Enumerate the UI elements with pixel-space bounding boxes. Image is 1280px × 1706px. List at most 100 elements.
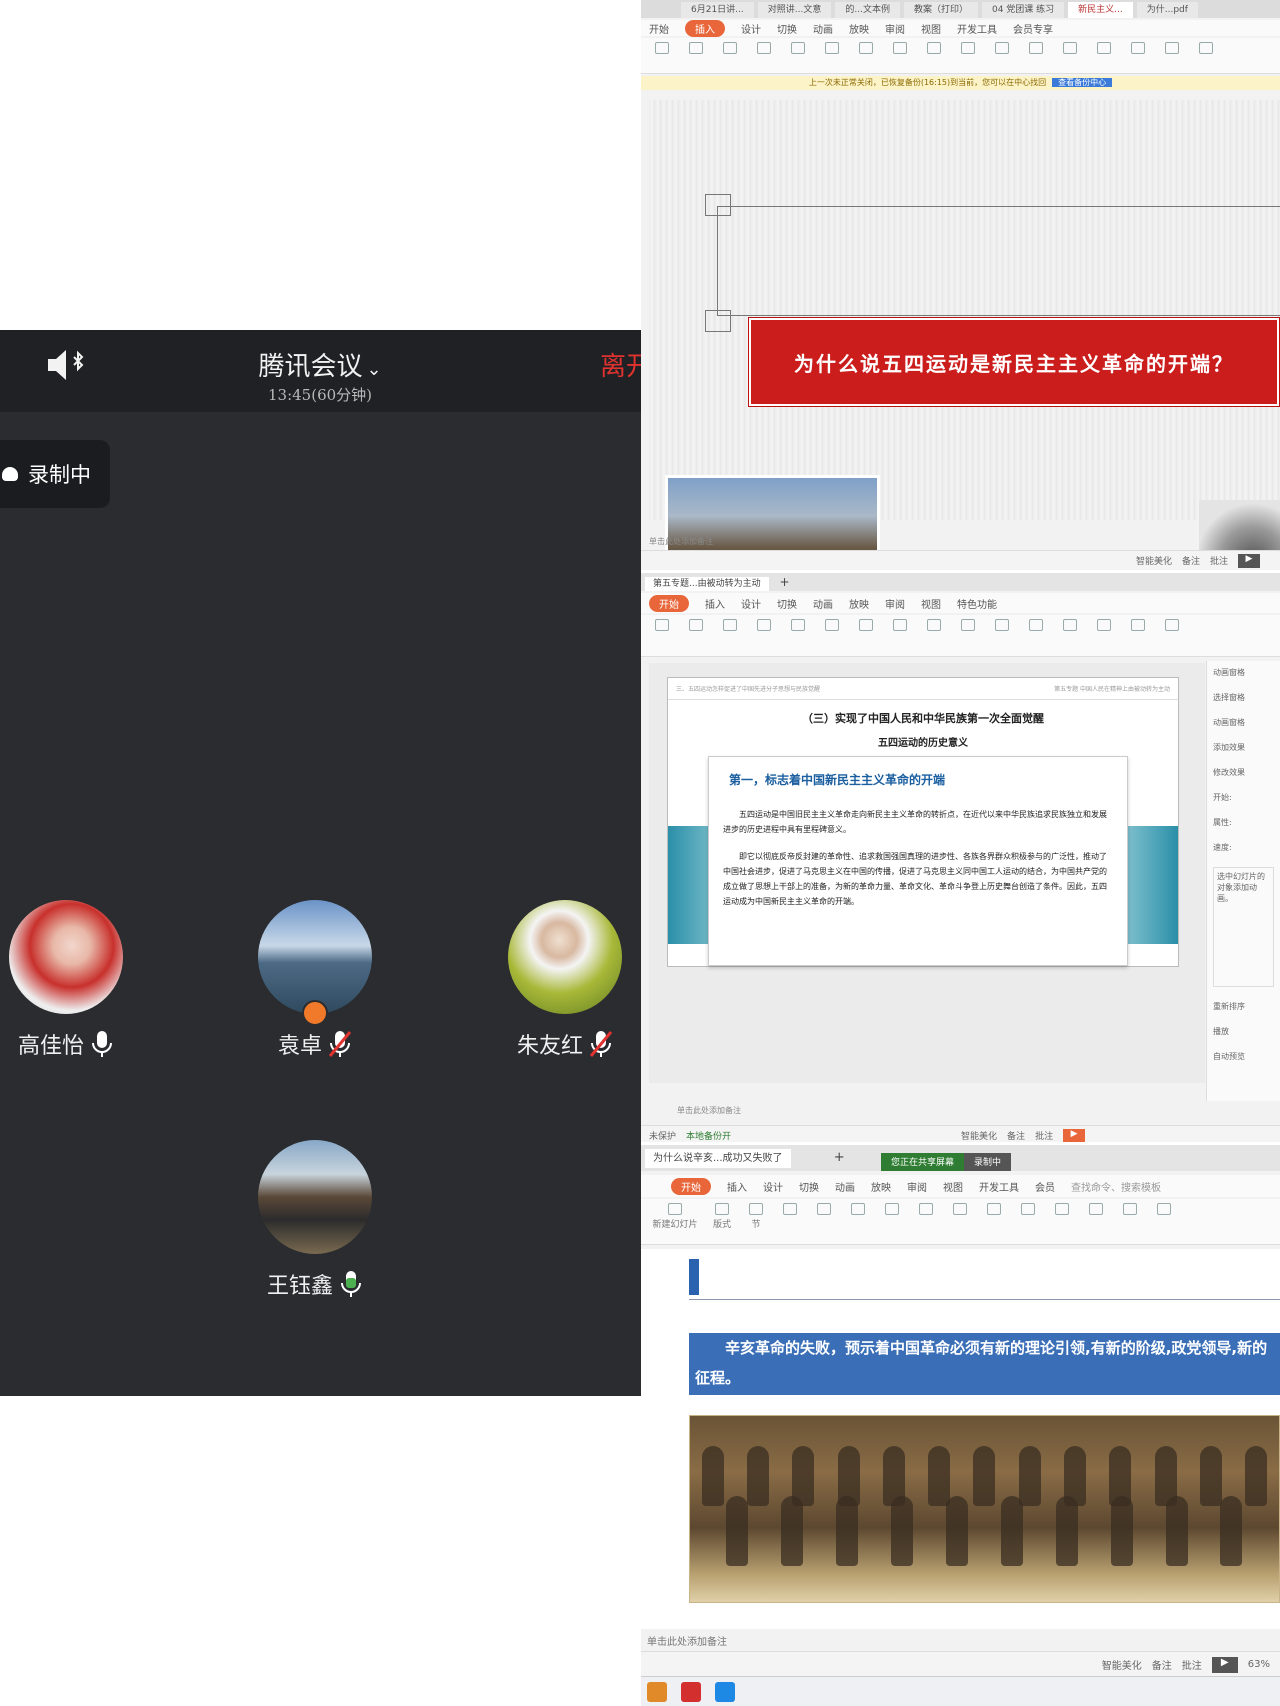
play-icon[interactable]: ▶ <box>1238 553 1260 568</box>
toolbar-icon[interactable] <box>751 619 777 652</box>
menu-review[interactable]: 审阅 <box>885 21 905 36</box>
slide[interactable]: 辛亥革命的失败，预示着中国革命必须有新的理论引领,有新的阶级,政党领导,新的征程… <box>641 1249 1280 1629</box>
slide-group-photo[interactable] <box>689 1415 1280 1603</box>
menu-start[interactable]: 开始 <box>671 1177 711 1195</box>
toolbar-icon[interactable] <box>1151 1203 1177 1240</box>
doc-tab[interactable]: 6月21日讲... <box>681 2 754 18</box>
toolbar-icon[interactable] <box>981 1203 1007 1240</box>
toolbar-icon[interactable] <box>811 1203 837 1240</box>
toolbar-icon[interactable] <box>921 619 947 652</box>
menu-design[interactable]: 设计 <box>763 1179 783 1194</box>
menu-review[interactable]: 审阅 <box>885 596 905 611</box>
doc-tab[interactable]: 教案（打印） <box>903 2 978 18</box>
notes-placeholder[interactable]: 单击此处添加备注 <box>649 536 713 547</box>
meeting-app-icon[interactable] <box>715 1681 735 1702</box>
menu-slideshow[interactable]: 放映 <box>871 1179 891 1194</box>
recording-label[interactable]: 录制中 <box>964 1153 1012 1171</box>
toolbar-icon[interactable] <box>1117 1203 1143 1240</box>
toolbar-icon[interactable] <box>1091 42 1117 69</box>
slide[interactable]: 三、五四运动怎样促进了中国先进分子思想与民族觉醒 第五专题 中国人民在精神上由被动… <box>667 677 1179 967</box>
mic-icon[interactable] <box>90 1030 114 1058</box>
menu-transition[interactable]: 切换 <box>799 1179 819 1194</box>
toolbar-icon[interactable] <box>1057 42 1083 69</box>
toolbar-icon[interactable] <box>989 42 1015 69</box>
toolbar-icon[interactable] <box>989 619 1015 652</box>
slide-title-banner[interactable]: 为什么说五四运动是新民主主义革命的开端？ <box>748 317 1280 407</box>
autopreview-checkbox[interactable]: 自动预览 <box>1213 1051 1274 1062</box>
notes-placeholder[interactable]: 单击此处添加备注 <box>647 1633 727 1648</box>
toolbar-icon[interactable] <box>955 42 981 69</box>
status-comments[interactable]: 批注 <box>1182 1657 1202 1672</box>
menu-slideshow[interactable]: 放映 <box>849 596 869 611</box>
status-backup[interactable]: 本地备份开 <box>686 1129 731 1142</box>
menu-developer[interactable]: 开发工具 <box>979 1179 1019 1194</box>
menu-features[interactable]: 特色功能 <box>957 596 997 611</box>
status-smart[interactable]: 智能美化 <box>1102 1657 1142 1672</box>
toolbar-icon[interactable] <box>1125 42 1151 69</box>
zoom-level[interactable]: 63% <box>1248 1659 1270 1670</box>
toolbar-icon[interactable] <box>785 42 811 69</box>
toolbar-icon[interactable] <box>649 42 675 69</box>
toolbar-icon[interactable] <box>1159 42 1185 69</box>
toolbar-icon[interactable] <box>649 619 675 652</box>
menu-member[interactable]: 会员 <box>1035 1179 1055 1194</box>
menu-design[interactable]: 设计 <box>741 21 761 36</box>
status-comments[interactable]: 批注 <box>1035 1129 1053 1142</box>
toolbar-icon[interactable] <box>1193 42 1219 69</box>
folder-icon[interactable] <box>647 1681 667 1702</box>
menu-insert[interactable]: 插入 <box>685 19 725 37</box>
toolbar-icon[interactable] <box>683 42 709 69</box>
toolbar-icon[interactable] <box>845 1203 871 1240</box>
status-notes[interactable]: 备注 <box>1007 1129 1025 1142</box>
menu-slideshow[interactable]: 放映 <box>849 21 869 36</box>
new-tab-icon[interactable]: + <box>834 1150 845 1165</box>
toolbar-icon[interactable] <box>1057 619 1083 652</box>
toolbar-icon[interactable] <box>887 42 913 69</box>
play-icon[interactable]: ▶ <box>1063 1128 1086 1142</box>
status-smart[interactable]: 智能美化 <box>961 1129 997 1142</box>
menu-view[interactable]: 视图 <box>921 596 941 611</box>
mic-muted-icon[interactable] <box>328 1030 352 1058</box>
toolbar-icon[interactable] <box>1159 619 1185 652</box>
select-pane-button[interactable]: 选择窗格 <box>1213 692 1274 703</box>
toolbar-icon[interactable] <box>887 619 913 652</box>
toolbar-icon[interactable] <box>1049 1203 1075 1240</box>
menu-member[interactable]: 会员专享 <box>1013 21 1053 36</box>
toolbar-icon[interactable] <box>879 1203 905 1240</box>
doc-tab-active[interactable]: 为什么说辛亥...成功又失败了 <box>645 1149 791 1168</box>
toolbar-icon[interactable] <box>717 42 743 69</box>
participant-tile[interactable]: 朱友红 <box>465 900 641 1060</box>
toolbar-icon[interactable] <box>1125 619 1151 652</box>
doc-tab[interactable]: 04 党团课 练习 <box>981 2 1065 18</box>
backup-center-button[interactable]: 查看备份中心 <box>1052 78 1113 87</box>
toolbar-icon[interactable] <box>913 1203 939 1240</box>
toolbar-icon[interactable] <box>1023 42 1049 69</box>
toolbar-icon[interactable] <box>853 42 879 69</box>
mic-active-icon[interactable] <box>339 1270 363 1298</box>
toolbar-icon[interactable] <box>1091 619 1117 652</box>
menu-design[interactable]: 设计 <box>741 596 761 611</box>
doc-tab[interactable]: 为什...pdf <box>1136 2 1198 18</box>
add-effect-button[interactable]: 添加效果 <box>1213 742 1274 753</box>
status-smart[interactable]: 智能美化 <box>1136 554 1172 567</box>
menu-view[interactable]: 视图 <box>921 21 941 36</box>
participant-tile[interactable]: 袁卓 <box>215 900 415 1060</box>
toolbar-icon[interactable] <box>947 1203 973 1240</box>
menu-animation[interactable]: 动画 <box>835 1179 855 1194</box>
menu-insert[interactable]: 插入 <box>705 596 725 611</box>
play-icon[interactable]: ▶ <box>1211 1656 1238 1673</box>
toolbar-icon[interactable] <box>819 42 845 69</box>
participant-tile[interactable]: 高佳怡 <box>0 900 166 1060</box>
toolbar-icon[interactable] <box>1023 619 1049 652</box>
menu-view[interactable]: 视图 <box>943 1179 963 1194</box>
menu-developer[interactable]: 开发工具 <box>957 21 997 36</box>
toolbar-icon[interactable] <box>921 42 947 69</box>
mic-muted-icon[interactable] <box>589 1030 613 1058</box>
notes-placeholder[interactable]: 单击此处添加备注 <box>677 1105 741 1116</box>
toolbar-icon[interactable] <box>717 619 743 652</box>
toolbar-icon[interactable] <box>683 619 709 652</box>
menu-insert[interactable]: 插入 <box>727 1179 747 1194</box>
section-button[interactable]: 节 <box>743 1203 769 1240</box>
menu-animation[interactable]: 动画 <box>813 21 833 36</box>
menu-start[interactable]: 开始 <box>649 21 669 36</box>
